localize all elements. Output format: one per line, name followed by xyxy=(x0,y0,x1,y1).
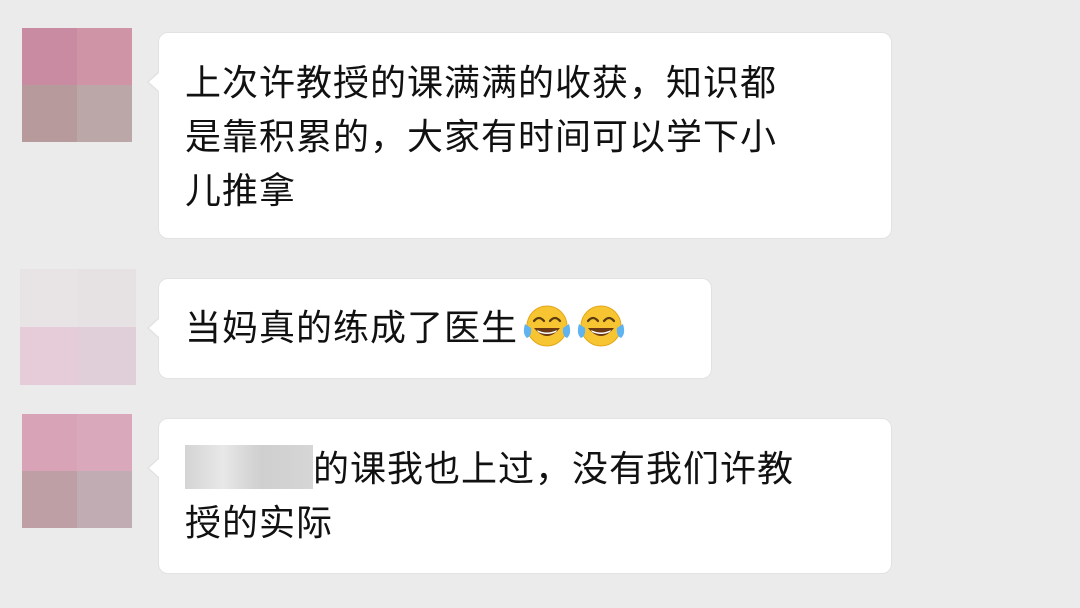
avatar-pixel xyxy=(22,28,77,85)
avatar-pixel xyxy=(22,471,77,528)
avatar-pixel xyxy=(77,471,132,528)
avatar[interactable] xyxy=(22,28,132,142)
avatar-pixel xyxy=(22,414,77,471)
avatar-pixel xyxy=(77,414,132,471)
avatar-pixel xyxy=(20,269,78,327)
message-content: 的课我也上过，没有我们许教 授的实际 xyxy=(185,443,875,551)
avatar[interactable] xyxy=(22,414,132,528)
message-text: 当妈真的练成了医生 xyxy=(185,308,519,349)
avatar-pixel xyxy=(20,327,78,385)
message-content: 当妈真的练成了医生 xyxy=(185,302,626,356)
face-with-tears-of-joy-icon xyxy=(523,305,571,347)
avatar-pixel xyxy=(77,28,132,85)
avatar-pixel xyxy=(22,85,77,142)
avatar-pixel xyxy=(78,327,136,385)
avatar[interactable] xyxy=(20,269,136,385)
message-text-line1: 的课我也上过，没有我们许教 xyxy=(313,449,795,490)
face-with-tears-of-joy-icon xyxy=(577,305,625,347)
message-text: 上次许教授的课满满的收获，知识都 是靠积累的，大家有时间可以学下小 儿推拿 xyxy=(185,63,778,212)
message-bubble[interactable]: 当妈真的练成了医生 xyxy=(147,278,712,379)
avatar-pixel xyxy=(78,269,136,327)
message-text-line2: 授的实际 xyxy=(185,503,334,544)
redacted-name xyxy=(185,445,313,489)
message-bubble[interactable]: 上次许教授的课满满的收获，知识都 是靠积累的，大家有时间可以学下小 儿推拿 xyxy=(147,32,892,239)
message-bubble[interactable]: 的课我也上过，没有我们许教 授的实际 xyxy=(147,418,892,574)
avatar-pixel xyxy=(77,85,132,142)
